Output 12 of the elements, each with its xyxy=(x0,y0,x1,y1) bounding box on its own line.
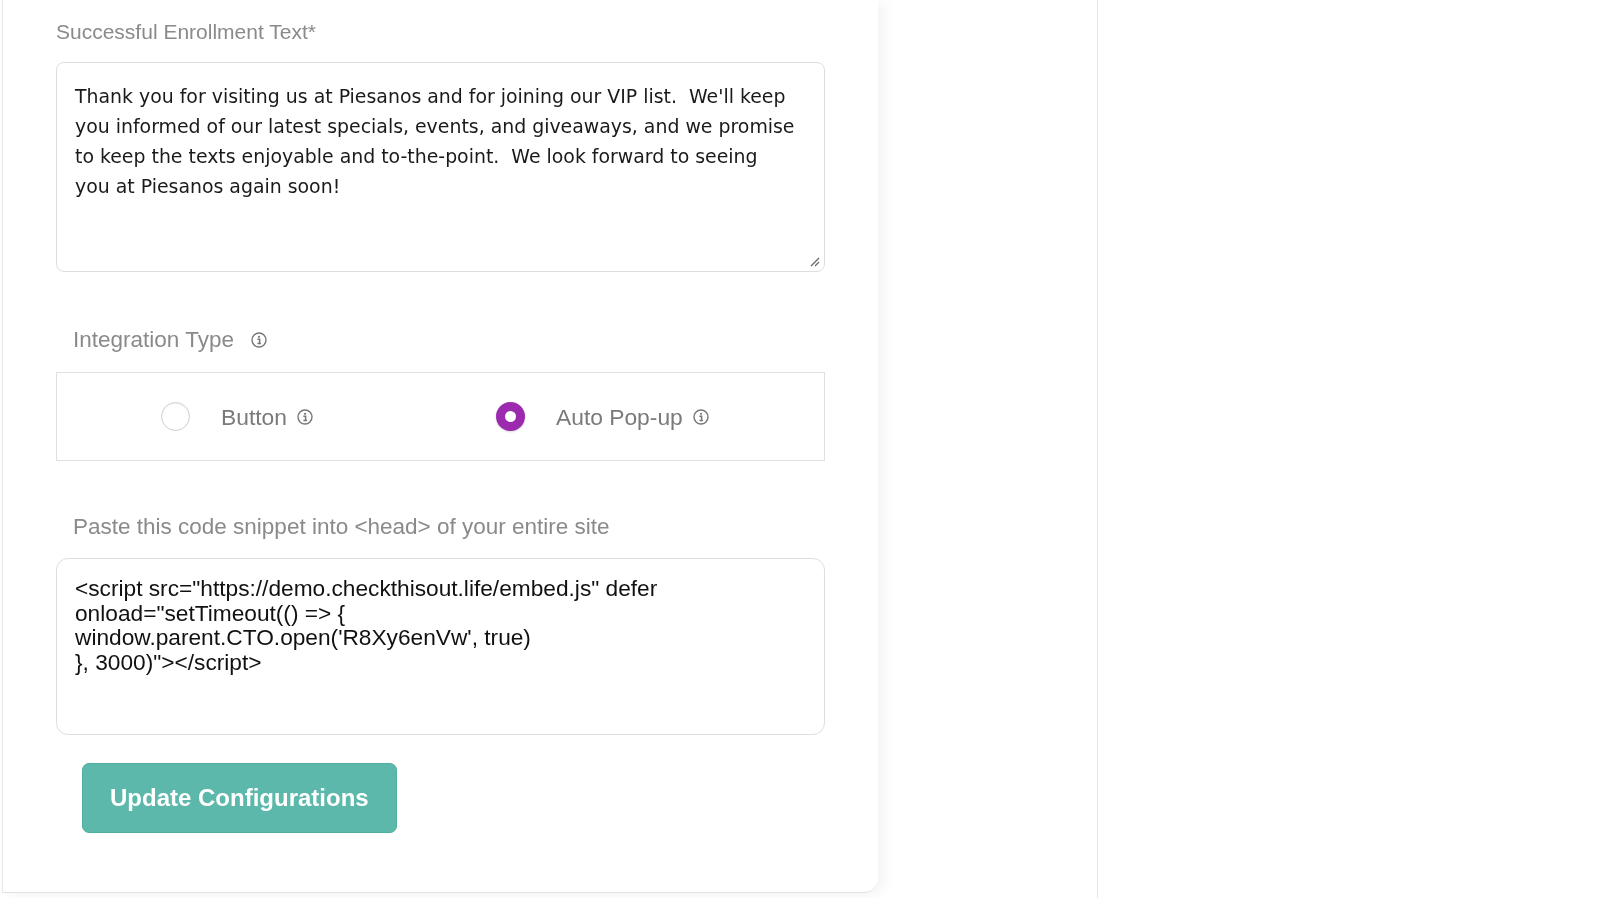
enrollment-text-field[interactable]: Thank you for visiting us at Piesanos and for joining our VIP list. We'll keep you informed of our latest specials, events, and giveaways, and we promise to keep the texts enjoyable and to-the-point. We look forward to seeing you at Piesanos again soon! xyxy=(56,62,825,272)
field-label: Paste this code snippet into <head> of your entire site xyxy=(73,515,610,539)
code-snippet-field[interactable]: <script src="https://demo.checkthisout.life/embed.js" defer onload="setTimeout(() => { window.parent.CTO.open('R8Xy6enVw', true) }, 3000)"></script> xyxy=(56,558,825,735)
info-icon[interactable] xyxy=(296,408,313,425)
info-icon[interactable] xyxy=(250,332,267,348)
field-label: Integration Type xyxy=(73,328,234,352)
field-label: Successful Enrollment Text* xyxy=(56,21,316,43)
info-icon[interactable] xyxy=(692,408,709,425)
radio-label: Auto Pop-up xyxy=(556,403,683,430)
radio-label: Button xyxy=(221,403,287,430)
radio-button[interactable] xyxy=(496,402,525,431)
resize-handle-icon[interactable] xyxy=(810,257,820,267)
